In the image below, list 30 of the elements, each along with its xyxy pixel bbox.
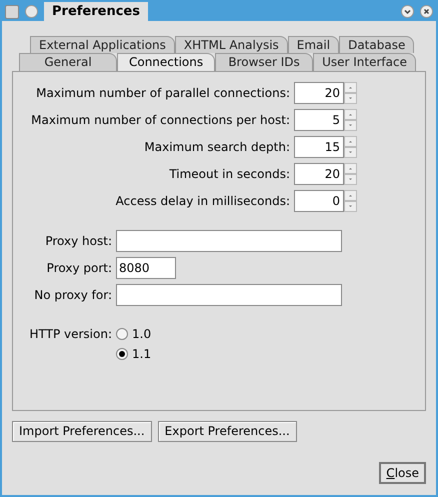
window-title: Preferences: [44, 2, 148, 21]
tab[interactable]: Connections: [117, 53, 216, 71]
field-label: Maximum number of connections per host:: [30, 112, 291, 129]
minimize-icon[interactable]: [401, 5, 414, 18]
tab[interactable]: General: [19, 53, 118, 71]
tab[interactable]: Database: [339, 36, 414, 53]
window-menu-icon[interactable]: [25, 5, 38, 18]
field-label: Proxy host:: [44, 233, 113, 250]
text-field[interactable]: [116, 284, 342, 306]
field-label: HTTP version:: [28, 326, 113, 343]
close-button[interactable]: Close: [379, 462, 426, 484]
tab[interactable]: User Interface: [313, 53, 416, 71]
field-label: Proxy port:: [46, 260, 113, 277]
text-field[interactable]: [116, 230, 342, 252]
preferences-button[interactable]: Import Preferences...: [12, 421, 152, 442]
field-label: Access delay in milliseconds:: [114, 193, 291, 210]
tab[interactable]: Browser IDs: [215, 53, 314, 71]
tab[interactable]: External Applications: [30, 36, 175, 53]
field-label: Maximum search depth:: [143, 139, 291, 156]
field-label: No proxy for:: [33, 287, 113, 304]
field-label: Timeout in seconds:: [168, 166, 291, 183]
app-icon[interactable]: [5, 4, 19, 18]
text-field[interactable]: 8080: [116, 257, 176, 279]
close-icon[interactable]: [420, 5, 433, 18]
radio-button[interactable]: 1.1: [116, 344, 152, 364]
tab[interactable]: Email: [288, 36, 340, 53]
tab[interactable]: XHTML Analysis: [174, 36, 288, 53]
preferences-button[interactable]: Export Preferences...: [158, 421, 297, 442]
radio-button[interactable]: 1.0: [116, 324, 152, 344]
field-label: Maximum number of parallel connections:: [35, 85, 291, 102]
